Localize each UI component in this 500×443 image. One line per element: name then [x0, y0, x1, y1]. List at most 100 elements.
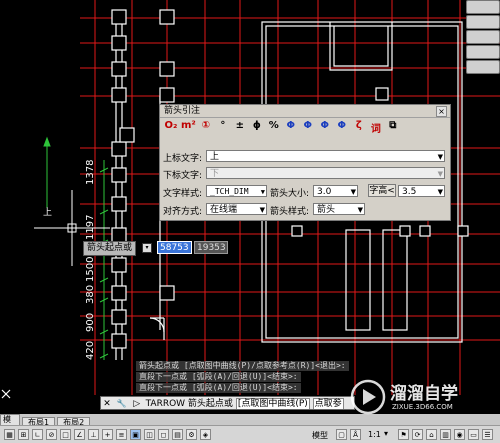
hardware-accel-icon[interactable]: ▥ [440, 429, 451, 440]
symbol-button[interactable]: ϕ [250, 120, 264, 134]
dialog-titlebar[interactable]: 箭头引注 × [160, 105, 450, 118]
symbol-button[interactable]: 词 [369, 120, 383, 135]
viewport-icon[interactable]: ▢ [336, 429, 347, 440]
upper-text-label: 上标文字: [163, 154, 203, 164]
grid-icon[interactable]: ▦ [4, 429, 15, 440]
char-height-select[interactable]: 3.5 ▼ [398, 185, 445, 197]
command-option[interactable]: 点取参 [312, 398, 344, 409]
toolbar-button[interactable] [466, 15, 500, 29]
dynamic-input-prompt: 箭头起点或 [83, 241, 137, 256]
wrench-icon[interactable]: 🔧 [116, 397, 128, 409]
dimension-label: 380 [85, 284, 96, 304]
autoscale-icon[interactable]: ⟳ [412, 429, 423, 440]
arrow-style-select[interactable]: 箭头 ▼ [313, 203, 365, 215]
annotation-scale-icon[interactable]: Å [350, 429, 361, 440]
ucs-label: 上 [43, 208, 53, 218]
isolate-icon[interactable]: ◈ [200, 429, 211, 440]
dialog-title: 箭头引注 [164, 106, 201, 116]
symbol-button[interactable]: ① [199, 120, 213, 134]
lower-text-input[interactable]: 下 ▼ [206, 167, 445, 179]
ucs-icon [43, 136, 51, 208]
history-line: 箭头起点或 [点取图中曲线(P)/点取参考点(R)]<退出>: [136, 361, 349, 371]
isolate-objects-icon[interactable]: ◉ [454, 429, 465, 440]
3dosnap-icon[interactable]: ◻ [158, 429, 169, 440]
align-value: 在线端 [210, 205, 238, 215]
chevron-down-icon: ▼ [260, 188, 265, 196]
toolbar-button[interactable] [466, 30, 500, 44]
status-bar: ▦ ⊞ ∟ ⊘ □ ∠ ⊥ + ≡ ▣ ◫ ◻ ▤ ⚙ ◈ 模型 ▢ Å 1:1… [0, 425, 500, 443]
symbol-button[interactable]: % [267, 120, 281, 134]
dimension-label: 1378 [85, 159, 96, 185]
annotation-icon[interactable]: ▤ [172, 429, 183, 440]
prompt-icon: ▷ [133, 399, 141, 409]
snap-icon[interactable]: ⊞ [18, 429, 29, 440]
text-style-value: _TCH_DIM [210, 187, 249, 196]
symbol-button[interactable]: Φ [318, 120, 332, 134]
symbol-button[interactable]: O₂ [164, 120, 178, 134]
symbol-toolbar: O₂ m² ① ° ± ϕ % Φ Φ Φ Φ ζ 词 ⧉ [164, 120, 403, 135]
dialog-close-button[interactable]: × [436, 106, 447, 117]
symbol-button[interactable]: ζ [352, 120, 366, 134]
text-style-label: 文字样式: [163, 189, 203, 199]
history-line: 直段下一点或 [弧段(A)/回退(U)]<结束>: [136, 383, 301, 393]
char-height-button[interactable]: 字高< [368, 184, 396, 197]
model-space-label[interactable]: 模型 [312, 430, 328, 441]
upper-text-value: 上 [210, 152, 220, 162]
brand-name: 溜溜自学 [390, 384, 458, 404]
polar-icon[interactable]: ⊘ [46, 429, 57, 440]
transparency-icon[interactable]: ▣ [130, 429, 141, 440]
lower-text-label: 下标文字: [163, 171, 203, 181]
chevron-down-icon: ▼ [437, 153, 443, 161]
toolbar-button[interactable] [466, 60, 500, 74]
history-line: 直段下一点或 [弧段(A)/回退(U)]<结束>: [136, 372, 301, 382]
osnap-icon[interactable]: □ [60, 429, 71, 440]
lock-icon[interactable]: ⌂ [426, 429, 437, 440]
annotation-scale-value[interactable]: 1:1 [368, 430, 381, 439]
symbol-button[interactable]: ⧉ [386, 120, 400, 134]
ducs-icon[interactable]: ⊥ [88, 429, 99, 440]
command-option[interactable]: [点取图中曲线(P) [235, 398, 310, 409]
symbol-button[interactable]: m² [181, 120, 196, 134]
arrow-annotation-dialog: 箭头引注 × O₂ m² ① ° ± ϕ % Φ Φ Φ Φ ζ 词 ⧉ 上标文… [159, 104, 451, 221]
otrack-icon[interactable]: ∠ [74, 429, 85, 440]
dimension-label: 1197 [85, 214, 96, 240]
dynamic-input-x[interactable]: 58753 [157, 241, 192, 254]
arrow-size-value: 3.0 [317, 187, 332, 197]
chevron-down-icon[interactable]: ▾ [384, 429, 388, 438]
lineweight-icon[interactable]: ≡ [116, 429, 127, 440]
dimension-label: 900 [85, 312, 96, 332]
chevron-down-icon: ▼ [350, 188, 356, 196]
dimension-label: 420 [85, 340, 96, 360]
chevron-down-icon: ▼ [357, 206, 363, 214]
workspace-icon[interactable]: ⚙ [186, 429, 197, 440]
dynamic-input-y[interactable]: 19353 [194, 241, 228, 254]
menu-icon[interactable]: ☰ [482, 429, 493, 440]
text-style-select[interactable]: _TCH_DIM ▼ [206, 185, 267, 197]
align-select[interactable]: 在线端 ▼ [206, 203, 267, 215]
tab-model[interactable]: 模型 [0, 414, 20, 425]
brand-url: ZIXUE.3D66.COM [392, 403, 453, 411]
ortho-icon[interactable]: ∟ [32, 429, 43, 440]
char-height-value: 3.5 [402, 187, 417, 197]
arrow-size-select[interactable]: 3.0 ▼ [313, 185, 358, 197]
symbol-button[interactable]: Φ [284, 120, 298, 134]
toolbar-button[interactable] [466, 0, 500, 14]
cursor-x-marker [1, 389, 11, 399]
annotation-visibility-icon[interactable]: ⚑ [398, 429, 409, 440]
selection-cycle-icon[interactable]: ◫ [144, 429, 155, 440]
dynamic-input-options-icon[interactable]: ▾ [142, 243, 152, 253]
clean-screen-icon[interactable]: ▭ [468, 429, 479, 440]
symbol-button[interactable]: ° [216, 120, 230, 134]
watermark-logo: 溜溜自学 ZIXUE.3D66.COM [350, 374, 480, 424]
symbol-button[interactable]: Φ [301, 120, 315, 134]
dyn-icon[interactable]: + [102, 429, 113, 440]
chevron-down-icon: ▼ [259, 206, 265, 214]
lower-text-value: 下 [210, 169, 220, 179]
symbol-button[interactable]: ± [233, 120, 247, 134]
command-line[interactable]: ✕ 🔧 ▷ TARROW 箭头起点或 [点取图中曲线(P) 点取参 [100, 396, 355, 410]
symbol-button[interactable]: Φ [335, 120, 349, 134]
close-icon[interactable]: ✕ [101, 397, 113, 409]
logo-play-icon [350, 379, 386, 415]
toolbar-button[interactable] [466, 45, 500, 59]
upper-text-input[interactable]: 上 ▼ [206, 150, 445, 162]
